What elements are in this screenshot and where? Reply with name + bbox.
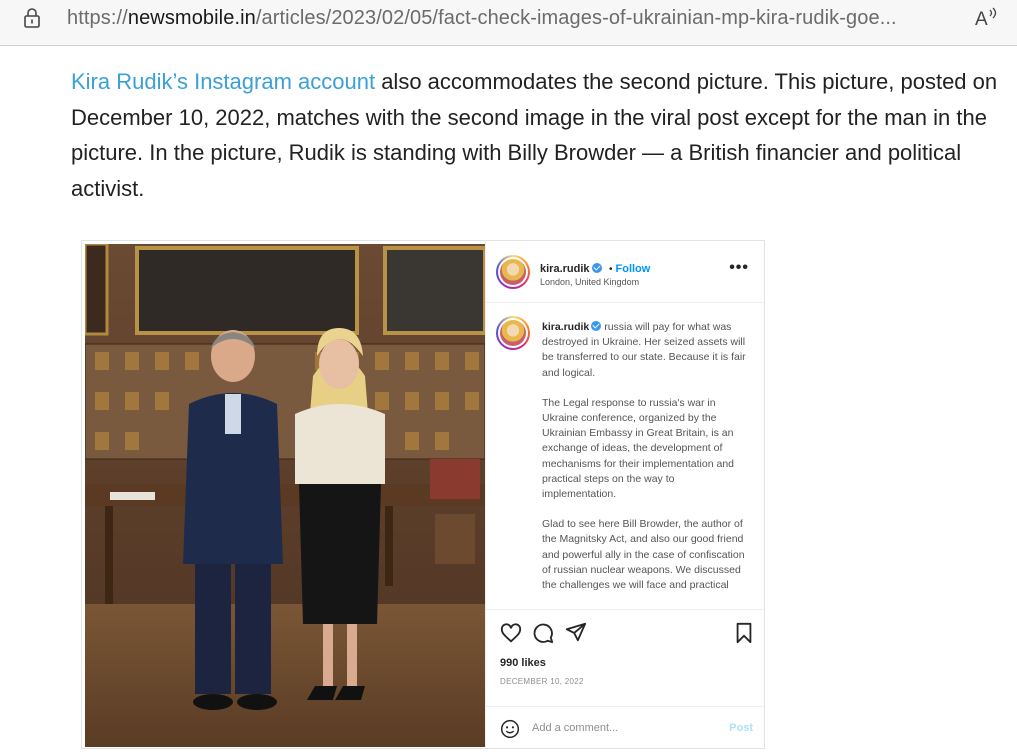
verified-icon	[591, 263, 602, 273]
header-separator: •	[608, 264, 613, 275]
url-field[interactable]: https://newsmobile.in/articles/2023/02/0…	[67, 7, 897, 29]
post-header: kira.rudik • Follow London, United Kingdo…	[486, 241, 764, 303]
more-options-icon[interactable]: •••	[729, 260, 749, 276]
avatar[interactable]	[496, 255, 530, 289]
caption-paragraph-3: Glad to see here Bill Browder, the autho…	[542, 518, 745, 592]
post-actions: 990 likes DECEMBER 10, 2022 Post	[486, 609, 764, 748]
share-icon[interactable]	[565, 621, 587, 643]
post-comment-button[interactable]: Post	[729, 722, 753, 734]
lock-icon[interactable]	[22, 7, 42, 29]
caption-paragraph-1: kira.rudik russia will pay for what was …	[542, 320, 747, 381]
comment-input[interactable]	[532, 717, 712, 739]
caption-avatar[interactable]	[496, 316, 530, 350]
article-paragraph: Kira Rudik’s Instagram account also acco…	[71, 64, 1001, 206]
url-domain: newsmobile.in	[127, 7, 256, 29]
follow-button[interactable]: Follow	[616, 263, 651, 275]
comment-row: Post	[486, 706, 764, 748]
post-side-panel: kira.rudik • Follow London, United Kingdo…	[485, 241, 764, 748]
verified-icon	[591, 321, 602, 331]
instagram-account-link[interactable]: Kira Rudik’s Instagram account	[71, 69, 375, 94]
bookmark-icon[interactable]	[733, 622, 755, 644]
likes-count[interactable]: 990 likes	[500, 657, 546, 669]
caption-paragraph-2: The Legal response to russia's war in Uk…	[542, 396, 735, 501]
post-caption: kira.rudik russia will pay for what was …	[542, 320, 747, 608]
caption-scroll-area[interactable]: kira.rudik russia will pay for what was …	[486, 304, 764, 609]
post-date: DECEMBER 10, 2022	[500, 677, 584, 686]
svg-text:A: A	[975, 9, 988, 30]
url-prefix: https://	[67, 7, 128, 29]
post-photo-illustration	[85, 244, 485, 747]
emoji-icon[interactable]	[500, 719, 520, 739]
header-title-row: kira.rudik • Follow	[540, 259, 650, 277]
profile-handle[interactable]: kira.rudik	[540, 263, 590, 275]
caption-handle[interactable]: kira.rudik	[542, 321, 589, 333]
browser-address-bar: https://newsmobile.in/articles/2023/02/0…	[0, 0, 1017, 46]
heart-icon[interactable]	[500, 622, 522, 644]
url-path: /articles/2023/02/05/fact-check-images-o…	[255, 7, 897, 29]
instagram-embed: kira.rudik • Follow London, United Kingdo…	[81, 240, 765, 749]
post-photo[interactable]	[85, 244, 485, 747]
post-location[interactable]: London, United Kingdom	[540, 277, 639, 287]
comment-icon[interactable]	[532, 622, 554, 644]
read-aloud-icon[interactable]: A	[974, 6, 1000, 30]
